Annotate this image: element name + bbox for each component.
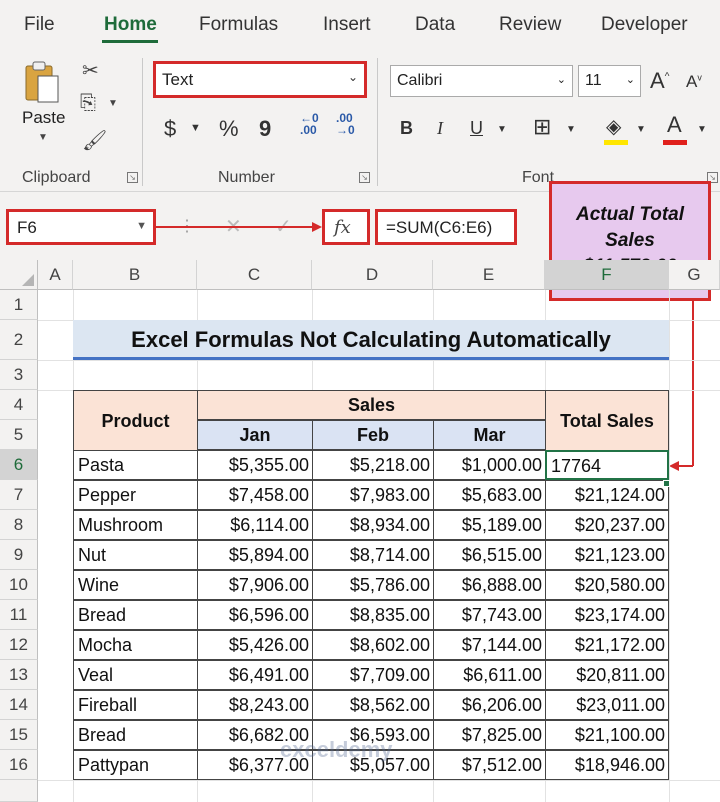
row-header[interactable]: 12 xyxy=(0,630,38,660)
row-header[interactable]: 3 xyxy=(0,360,38,390)
product-cell[interactable]: Pattypan xyxy=(73,750,198,780)
mar-cell[interactable]: $5,683.00 xyxy=(433,480,546,510)
total-sales-cell[interactable]: $20,237.00 xyxy=(545,510,669,540)
total-sales-cell[interactable]: $21,100.00 xyxy=(545,720,669,750)
total-sales-cell[interactable]: $18,946.00 xyxy=(545,750,669,780)
product-cell[interactable]: Mushroom xyxy=(73,510,198,540)
header-product[interactable]: Product xyxy=(73,390,198,451)
product-cell[interactable]: Bread xyxy=(73,720,198,750)
feb-cell[interactable]: $5,218.00 xyxy=(312,450,434,480)
total-sales-cell[interactable]: $21,123.00 xyxy=(545,540,669,570)
mar-cell[interactable]: $1,000.00 xyxy=(433,450,546,480)
jan-cell[interactable]: $5,894.00 xyxy=(197,540,313,570)
product-cell[interactable]: Wine xyxy=(73,570,198,600)
column-header[interactable]: G xyxy=(669,260,720,290)
row-header[interactable]: 5 xyxy=(0,420,38,450)
total-sales-cell[interactable]: $21,172.00 xyxy=(545,630,669,660)
header-mar[interactable]: Mar xyxy=(433,420,546,450)
jan-cell[interactable]: $5,355.00 xyxy=(197,450,313,480)
jan-cell[interactable]: $6,491.00 xyxy=(197,660,313,690)
select-all-button[interactable] xyxy=(0,260,38,290)
row-header[interactable]: 6 xyxy=(0,450,38,480)
row-header[interactable]: 8 xyxy=(0,510,38,540)
total-sales-cell[interactable]: $21,124.00 xyxy=(545,480,669,510)
mar-cell[interactable]: $7,743.00 xyxy=(433,600,546,630)
row-header[interactable]: 1 xyxy=(0,290,38,320)
feb-cell[interactable]: $8,562.00 xyxy=(312,690,434,720)
row-header[interactable]: 16 xyxy=(0,750,38,780)
header-feb[interactable]: Feb xyxy=(312,420,434,450)
selected-cell-f6[interactable]: 17764 xyxy=(545,450,669,480)
mar-cell[interactable]: $7,825.00 xyxy=(433,720,546,750)
gridline xyxy=(38,360,720,361)
column-header[interactable]: F xyxy=(545,260,669,290)
mar-cell[interactable]: $6,515.00 xyxy=(433,540,546,570)
jan-cell[interactable]: $7,458.00 xyxy=(197,480,313,510)
column-header[interactable]: A xyxy=(38,260,73,290)
mar-cell[interactable]: $7,144.00 xyxy=(433,630,546,660)
mar-cell[interactable]: $6,206.00 xyxy=(433,690,546,720)
product-cell[interactable]: Pasta xyxy=(73,450,198,480)
sheet-title[interactable]: Excel Formulas Not Calculating Automatic… xyxy=(73,320,669,360)
header-jan[interactable]: Jan xyxy=(197,420,313,450)
jan-cell[interactable]: $6,596.00 xyxy=(197,600,313,630)
row-header[interactable]: 15 xyxy=(0,720,38,750)
callout-line-2: Sales xyxy=(605,230,655,251)
column-header[interactable]: B xyxy=(73,260,197,290)
feb-cell[interactable]: $7,983.00 xyxy=(312,480,434,510)
column-header[interactable]: E xyxy=(433,260,545,290)
watermark-logo: exceldemy xyxy=(280,737,393,762)
row-header[interactable]: 9 xyxy=(0,540,38,570)
mar-cell[interactable]: $6,888.00 xyxy=(433,570,546,600)
gridline xyxy=(669,290,670,802)
gridline xyxy=(38,780,720,781)
callout-line-1: Actual Total xyxy=(575,204,685,225)
feb-cell[interactable]: $8,835.00 xyxy=(312,600,434,630)
mar-cell[interactable]: $6,611.00 xyxy=(433,660,546,690)
product-cell[interactable]: Veal xyxy=(73,660,198,690)
mar-cell[interactable]: $5,189.00 xyxy=(433,510,546,540)
product-cell[interactable]: Pepper xyxy=(73,480,198,510)
row-header[interactable]: 14 xyxy=(0,690,38,720)
jan-cell[interactable]: $5,426.00 xyxy=(197,630,313,660)
feb-cell[interactable]: $8,934.00 xyxy=(312,510,434,540)
product-cell[interactable]: Mocha xyxy=(73,630,198,660)
header-total-sales[interactable]: Total Sales xyxy=(545,390,669,451)
fill-handle[interactable] xyxy=(663,480,670,487)
row-header[interactable]: 11 xyxy=(0,600,38,630)
jan-cell[interactable]: $8,243.00 xyxy=(197,690,313,720)
header-sales[interactable]: Sales xyxy=(197,390,546,420)
row-header[interactable]: 4 xyxy=(0,390,38,420)
feb-cell[interactable]: $5,786.00 xyxy=(312,570,434,600)
product-cell[interactable]: Fireball xyxy=(73,690,198,720)
feb-cell[interactable]: $7,709.00 xyxy=(312,660,434,690)
jan-cell[interactable]: $7,906.00 xyxy=(197,570,313,600)
jan-cell[interactable]: $6,114.00 xyxy=(197,510,313,540)
row-header[interactable]: 10 xyxy=(0,570,38,600)
row-header[interactable]: 13 xyxy=(0,660,38,690)
column-header[interactable]: D xyxy=(312,260,433,290)
product-cell[interactable]: Nut xyxy=(73,540,198,570)
row-header xyxy=(0,780,38,802)
total-sales-cell[interactable]: $20,811.00 xyxy=(545,660,669,690)
feb-cell[interactable]: $8,714.00 xyxy=(312,540,434,570)
mar-cell[interactable]: $7,512.00 xyxy=(433,750,546,780)
total-sales-cell[interactable]: $20,580.00 xyxy=(545,570,669,600)
column-header[interactable]: C xyxy=(197,260,312,290)
product-cell[interactable]: Bread xyxy=(73,600,198,630)
total-sales-cell[interactable]: $23,011.00 xyxy=(545,690,669,720)
feb-cell[interactable]: $8,602.00 xyxy=(312,630,434,660)
row-header[interactable]: 7 xyxy=(0,480,38,510)
total-sales-cell[interactable]: $23,174.00 xyxy=(545,600,669,630)
row-header[interactable]: 2 xyxy=(0,320,38,360)
